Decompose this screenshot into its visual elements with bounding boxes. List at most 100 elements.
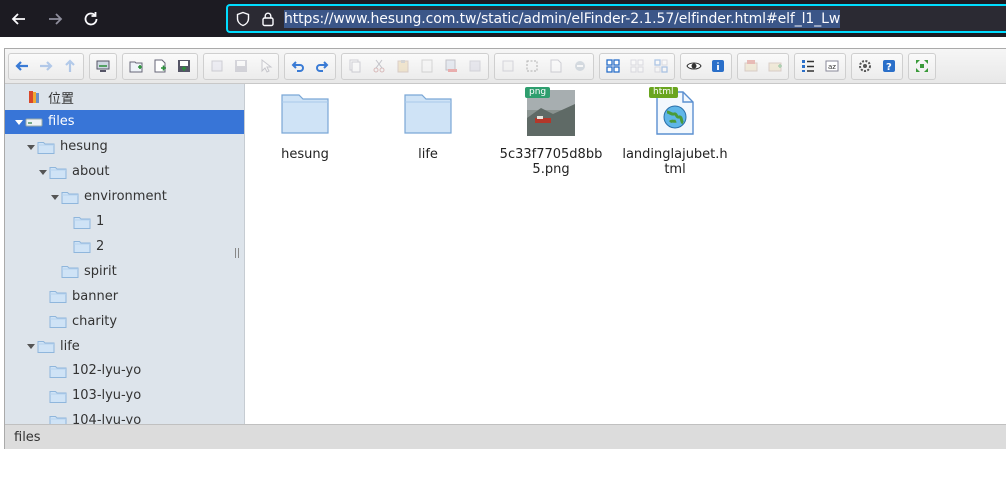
duplicate-icon[interactable] (416, 55, 438, 77)
file-type-badge: png (525, 87, 551, 98)
arrow-spacer (61, 216, 73, 228)
up-icon[interactable] (59, 55, 81, 77)
file-thumbnail: png (525, 87, 577, 139)
info-icon[interactable] (707, 55, 729, 77)
navbar-resize-handle[interactable] (235, 248, 239, 258)
back-icon[interactable] (11, 55, 33, 77)
expand-arrow-icon[interactable] (25, 141, 37, 153)
file-name: 5c33f7705d8bb5.png (499, 147, 603, 177)
tree-item-hesung[interactable]: hesung (5, 135, 108, 159)
edit-icon[interactable] (569, 55, 591, 77)
toolbar-group (341, 52, 489, 80)
extract-icon[interactable] (740, 55, 762, 77)
tree-label: banner (72, 288, 119, 304)
elfinder-toolbar: az? (5, 49, 1006, 84)
tree-item-103-lyu-yo[interactable]: 103-lyu-yo (5, 384, 141, 408)
forward-icon[interactable] (35, 55, 57, 77)
redo-icon[interactable] (311, 55, 333, 77)
rename-icon[interactable] (545, 55, 567, 77)
places-spacer (13, 91, 25, 103)
tree-item-2[interactable]: 2 (5, 234, 104, 258)
selectnone-icon[interactable] (626, 55, 648, 77)
preference-icon[interactable] (854, 55, 876, 77)
quicklook-icon[interactable] (683, 55, 705, 77)
tree-label: 103-lyu-yo (72, 388, 142, 404)
tree-item-102-lyu-yo[interactable]: 102-lyu-yo (5, 359, 141, 383)
file-thumbnail: html (649, 87, 701, 139)
tree-item-charity[interactable]: charity (5, 309, 117, 333)
toolbar-group (908, 52, 936, 80)
toolbar-group (122, 52, 198, 80)
file-thumbnail (279, 87, 331, 139)
fullscreen-icon[interactable] (911, 55, 933, 77)
view-icon[interactable] (797, 55, 819, 77)
selectinvert-icon[interactable] (650, 55, 672, 77)
undo-icon[interactable] (287, 55, 309, 77)
rm-icon[interactable] (440, 55, 462, 77)
file-item[interactable]: png 5c33f7705d8bb5.png (496, 87, 606, 177)
tree-item-about[interactable]: about (5, 160, 110, 184)
netmount-icon[interactable] (92, 55, 114, 77)
tree-label: charity (72, 313, 118, 329)
tree-item-banner[interactable]: banner (5, 284, 118, 308)
upload-icon[interactable] (173, 55, 195, 77)
copy-icon[interactable] (344, 55, 366, 77)
toolbar-group (494, 52, 594, 80)
folder-icon (37, 141, 55, 154)
file-item[interactable]: hesung (250, 87, 360, 162)
forward-icon[interactable] (43, 7, 67, 31)
tree-label: 1 (96, 214, 105, 229)
paste-icon[interactable] (392, 55, 414, 77)
download-icon[interactable] (230, 55, 252, 77)
toolbar-group (599, 52, 675, 80)
selectall-grid-icon[interactable] (602, 55, 624, 77)
archive-icon[interactable] (764, 55, 786, 77)
shield-icon[interactable] (233, 9, 253, 29)
open-icon[interactable] (206, 55, 228, 77)
folder-icon (37, 341, 55, 353)
tree-item-1[interactable]: 1 (5, 210, 104, 234)
file-name: hesung (281, 147, 329, 162)
tree-item-spirit[interactable]: spirit (5, 259, 117, 283)
mkfile-icon[interactable] (149, 55, 171, 77)
folder-icon (404, 94, 452, 134)
getfile-icon[interactable] (254, 55, 276, 77)
lock-icon[interactable] (258, 9, 278, 29)
tree-item-life[interactable]: life (5, 334, 80, 358)
sort-icon[interactable]: az (821, 55, 843, 77)
folder-icon (49, 390, 67, 403)
file-item[interactable]: life (373, 87, 483, 162)
tree-label: hesung (60, 139, 108, 155)
expand-arrow-icon[interactable] (25, 340, 37, 352)
back-icon[interactable] (7, 7, 31, 31)
reload-icon[interactable] (79, 7, 103, 31)
help-icon[interactable]: ? (878, 55, 900, 77)
folder-icon (49, 365, 67, 378)
toolbar-group (680, 52, 732, 80)
drive-icon (25, 118, 43, 127)
mkdir-icon[interactable] (125, 55, 147, 77)
tree-item-104-lyu-yo[interactable]: 104-lyu-yo (5, 409, 141, 424)
tree-item-files[interactable]: files (5, 109, 244, 134)
url-text[interactable]: https://www.hesung.com.tw/static/admin/e… (284, 9, 840, 28)
toolbar-group (203, 52, 279, 80)
file-item[interactable]: html landinglajubet.html (620, 87, 730, 177)
expand-arrow-icon[interactable] (13, 116, 25, 128)
url-bar[interactable]: https://www.hesung.com.tw/static/admin/e… (226, 4, 1006, 33)
svg-text:?: ? (886, 62, 892, 73)
toolbar-group: ? (851, 52, 903, 80)
hide-icon[interactable] (497, 55, 519, 77)
empty-icon[interactable] (464, 55, 486, 77)
expand-arrow-icon[interactable] (37, 166, 49, 178)
arrow-spacer (37, 315, 49, 327)
toolbar-group (737, 52, 789, 80)
tree-label: environment (84, 189, 167, 205)
browser-toolbar: https://www.hesung.com.tw/static/admin/e… (0, 0, 1006, 37)
tree-item-environment[interactable]: environment (5, 185, 167, 209)
folder-icon (49, 166, 67, 179)
expand-arrow-icon[interactable] (49, 191, 61, 203)
toolbar-group (284, 52, 336, 80)
tree-places[interactable]: 位置 (5, 85, 74, 109)
selectall-icon[interactable] (521, 55, 543, 77)
cut-icon[interactable] (368, 55, 390, 77)
